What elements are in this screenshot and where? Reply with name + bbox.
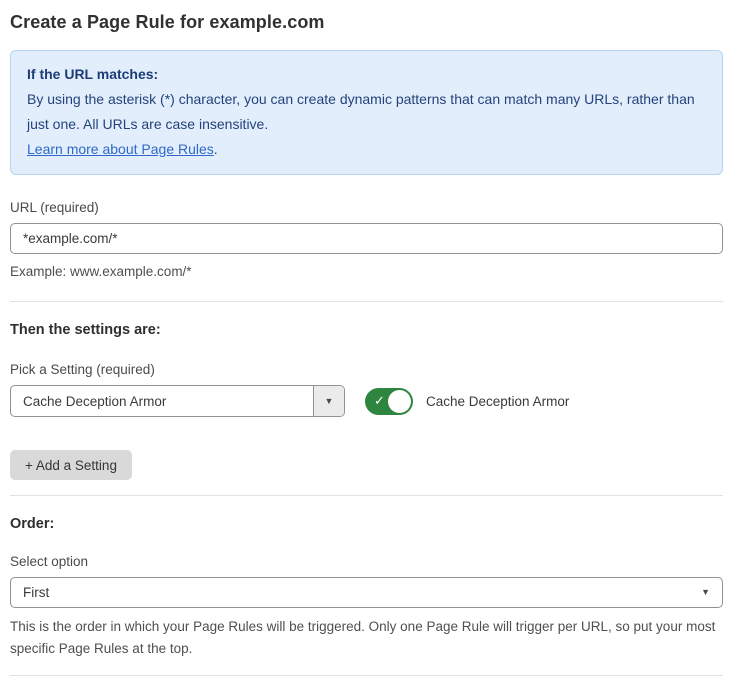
setting-select-value: Cache Deception Armor <box>11 386 313 416</box>
page-title: Create a Page Rule for example.com <box>10 12 723 33</box>
order-select-dropdown[interactable]: First ▼ <box>10 577 723 608</box>
divider <box>10 675 723 676</box>
order-select-value: First <box>23 585 701 600</box>
setting-row: Cache Deception Armor ▼ ✓ Cache Deceptio… <box>10 385 723 417</box>
settings-section-heading: Then the settings are: <box>10 322 723 338</box>
url-field-label: URL (required) <box>10 200 723 215</box>
divider <box>10 495 723 496</box>
toggle-knob <box>388 390 411 413</box>
check-icon: ✓ <box>374 393 385 409</box>
toggle-label: Cache Deception Armor <box>426 394 569 409</box>
order-helper-text: This is the order in which your Page Rul… <box>10 616 723 660</box>
select-option-label: Select option <box>10 554 723 569</box>
order-section-heading: Order: <box>10 516 723 532</box>
info-box-heading: If the URL matches: <box>27 62 706 87</box>
add-setting-button[interactable]: + Add a Setting <box>10 450 132 480</box>
cache-deception-armor-toggle[interactable]: ✓ <box>365 388 413 415</box>
learn-more-link[interactable]: Learn more about Page Rules <box>27 141 214 157</box>
setting-select-arrow-button[interactable]: ▼ <box>313 386 344 416</box>
url-match-info-box: If the URL matches: By using the asteris… <box>10 50 723 175</box>
url-example-helper: Example: www.example.com/* <box>10 261 723 283</box>
divider <box>10 301 723 302</box>
chevron-down-icon: ▼ <box>701 588 710 597</box>
page-rule-form: Create a Page Rule for example.com If th… <box>0 0 750 679</box>
setting-select-dropdown[interactable]: Cache Deception Armor ▼ <box>10 385 345 417</box>
pick-setting-label: Pick a Setting (required) <box>10 362 723 377</box>
url-input[interactable] <box>10 223 723 254</box>
setting-toggle-group: ✓ Cache Deception Armor <box>365 388 569 415</box>
chevron-down-icon: ▼ <box>325 397 334 406</box>
info-box-body: By using the asterisk (*) character, you… <box>27 87 706 137</box>
link-suffix: . <box>214 141 218 157</box>
info-box-link-line: Learn more about Page Rules. <box>27 137 706 162</box>
